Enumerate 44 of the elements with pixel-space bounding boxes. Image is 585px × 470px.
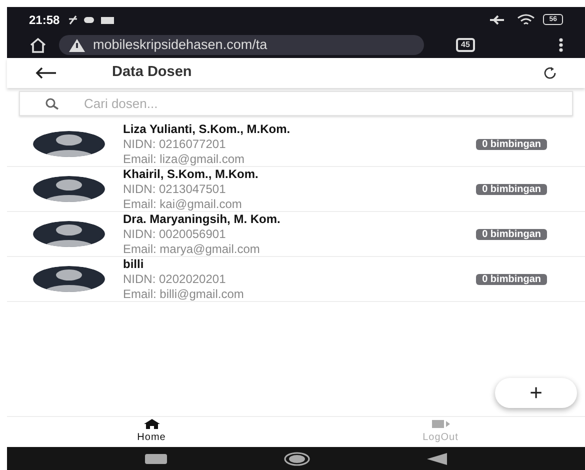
guidance-count-badge: 0 bimbingan	[476, 274, 547, 284]
recents-icon[interactable]	[145, 454, 168, 464]
search-icon	[45, 98, 59, 110]
email-text: Email: liza@gmail.com	[123, 152, 246, 166]
guidance-count-badge: 0 bimbingan	[476, 228, 547, 240]
email-text: Email: kai@gmail.com	[123, 196, 243, 212]
nidn-text: NIDN: 0216077201	[123, 136, 227, 152]
menu-icon[interactable]	[559, 38, 563, 52]
avatar-icon	[33, 266, 105, 292]
back-arrow-icon[interactable]	[35, 67, 57, 79]
tab-count-button[interactable]: 45	[456, 38, 475, 52]
lecturer-row[interactable]: Dra. Maryaningsih, M. Kom. NIDN: 0020056901 Email: marya@gmail.com 0 bimbingan	[7, 212, 585, 257]
guidance-count-badge: 0 bimbingan	[476, 138, 547, 150]
avatar-icon	[33, 221, 105, 247]
search-field[interactable]: Cari dosen...	[19, 91, 573, 116]
lecturer-name: Khairil, S.Kom., M.Kom.	[123, 166, 260, 182]
lecturer-row[interactable]: billi NIDN: 0202020201 Email: billi@gmail.com 0 bimbingan	[7, 257, 585, 302]
nidn-text: NIDN: 0213047501	[123, 182, 227, 196]
email-text: Email: marya@gmail.com	[123, 242, 261, 256]
back-triangle-icon[interactable]	[426, 452, 447, 464]
nidn-text: NIDN: 0202020201	[123, 272, 227, 286]
nav-tab[interactable]: Home	[7, 417, 296, 447]
lecturer-row[interactable]: Khairil, S.Kom., M.Kom. NIDN: 0213047501 Email: kai@gmail.com 0 bimbingan	[7, 167, 585, 212]
status-time: 21:58	[29, 12, 60, 28]
lecturer-name: billi	[123, 256, 145, 272]
avatar-icon	[33, 176, 105, 202]
page-title: Data Dosen	[112, 63, 192, 82]
home-circle-icon[interactable]	[284, 452, 310, 466]
add-button[interactable]: +	[495, 378, 577, 408]
wifi-icon	[517, 14, 536, 26]
url-bar[interactable]: mobileskripsidehasen.com/ta	[59, 35, 424, 55]
nidn-text: NIDN: 0020056901	[123, 226, 227, 242]
lecturer-name: Dra. Maryaningsih, M. Kom.	[123, 212, 282, 226]
lecturer-row[interactable]: Liza Yulianti, S.Kom., M.Kom. NIDN: 0216077201 Email: liza@gmail.com 0 bimbingan	[7, 122, 585, 167]
avatar-icon	[33, 131, 105, 157]
refresh-icon[interactable]	[543, 67, 557, 79]
warning-icon	[69, 38, 85, 52]
guidance-count-badge: 0 bimbingan	[476, 184, 547, 194]
airplane-icon	[489, 14, 506, 24]
home-icon	[144, 419, 160, 429]
email-text: Email: billi@gmail.com	[123, 286, 245, 302]
lecturer-name: Liza Yulianti, S.Kom., M.Kom.	[123, 122, 292, 136]
home-icon[interactable]	[29, 37, 47, 53]
logout-icon	[432, 419, 450, 429]
